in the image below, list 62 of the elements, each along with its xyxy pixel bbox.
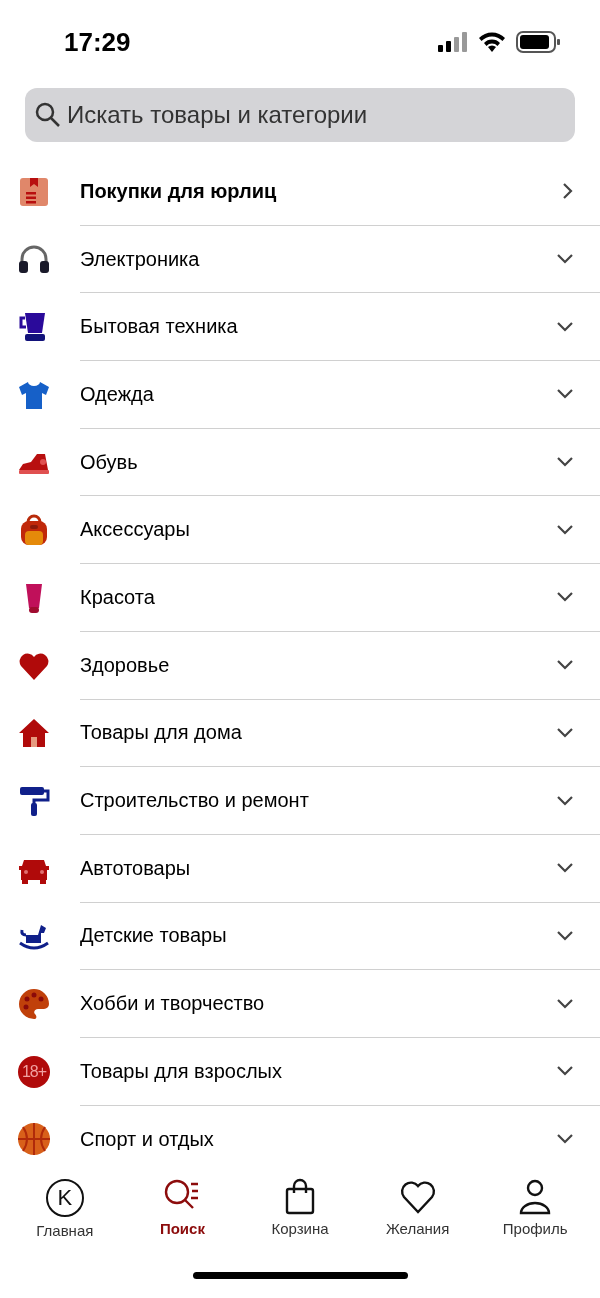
category-item[interactable]: Одежда: [0, 361, 600, 429]
chevron-down-icon: [556, 320, 574, 333]
tab-bar-item[interactable]: Корзина: [245, 1178, 355, 1237]
category-label: Автотовары: [80, 856, 191, 880]
category-item[interactable]: Здоровье: [0, 631, 600, 700]
chevron-down-icon: [556, 456, 574, 469]
category-label: Покупки для юрлиц: [80, 179, 277, 203]
category-item[interactable]: Детские товары: [0, 902, 600, 971]
category-label: Здоровье: [80, 653, 170, 677]
status-time: 17:29: [64, 26, 131, 58]
category-item[interactable]: Спорт и отдых: [0, 1105, 600, 1172]
category-label: Спорт и отдых: [80, 1127, 214, 1151]
palette-icon: [17, 987, 51, 1022]
chevron-down-icon: [556, 1133, 574, 1146]
category-item[interactable]: Покупки для юрлиц: [0, 158, 600, 226]
category-item[interactable]: Обувь: [0, 428, 600, 497]
category-label: Красота: [80, 585, 155, 609]
battery-icon: [516, 31, 560, 53]
chevron-right-icon: [562, 182, 574, 201]
category-item[interactable]: Бытовая техника: [0, 293, 600, 362]
category-item[interactable]: Красота: [0, 564, 600, 632]
category-item[interactable]: Электроника: [0, 225, 600, 294]
tab-bar-item[interactable]: K Главная: [9, 1178, 120, 1239]
category-label: Электроника: [80, 247, 200, 271]
category-item[interactable]: 18+ Товары для взрослых: [0, 1037, 600, 1106]
signal-icon: [438, 32, 468, 52]
category-label: Бытовая техника: [80, 315, 238, 339]
tab-bar-item[interactable]: Поиск: [127, 1178, 238, 1237]
search-field[interactable]: Искать товары и категории: [25, 88, 575, 142]
chevron-down-icon: [556, 726, 574, 739]
category-label: Строительство и ремонт: [80, 789, 309, 813]
chevron-down-icon: [556, 253, 574, 266]
category-item[interactable]: Товары для дома: [0, 699, 600, 768]
category-label: Товары для взрослых: [80, 1059, 282, 1083]
home-logo-icon: K: [45, 1179, 84, 1217]
category-item[interactable]: Аксессуары: [0, 496, 600, 565]
category-item[interactable]: Хобби и творчество: [0, 970, 600, 1038]
chevron-down-icon: [556, 862, 574, 875]
category-label: Товары для дома: [80, 721, 242, 745]
chevron-down-icon: [556, 929, 574, 942]
category-label: Обувь: [80, 450, 138, 474]
category-item[interactable]: Автотовары: [0, 834, 600, 903]
chevron-down-icon: [556, 523, 574, 536]
wifi-icon: [478, 32, 506, 52]
category-label: Аксессуары: [80, 518, 190, 542]
tab-bar-item[interactable]: Профиль: [480, 1178, 591, 1237]
heart-icon: [398, 1178, 437, 1216]
chevron-down-icon: [556, 659, 574, 672]
chevron-down-icon: [556, 591, 574, 604]
chevron-down-icon: [556, 1065, 574, 1078]
category-label: Детские товары: [80, 924, 227, 948]
adult-badge: 18+: [18, 1055, 50, 1088]
tab-bar-item[interactable]: Желания: [362, 1178, 473, 1237]
category-item[interactable]: Строительство и ремонт: [0, 767, 600, 835]
category-label: Одежда: [80, 382, 154, 406]
chevron-down-icon: [556, 997, 574, 1010]
category-label: Хобби и творчество: [80, 992, 265, 1016]
chevron-down-icon: [556, 794, 574, 807]
ball-icon: [17, 1122, 51, 1157]
chevron-down-icon: [556, 388, 574, 401]
home-indicator[interactable]: [192, 1272, 408, 1279]
paint-roller-icon: [17, 784, 51, 819]
